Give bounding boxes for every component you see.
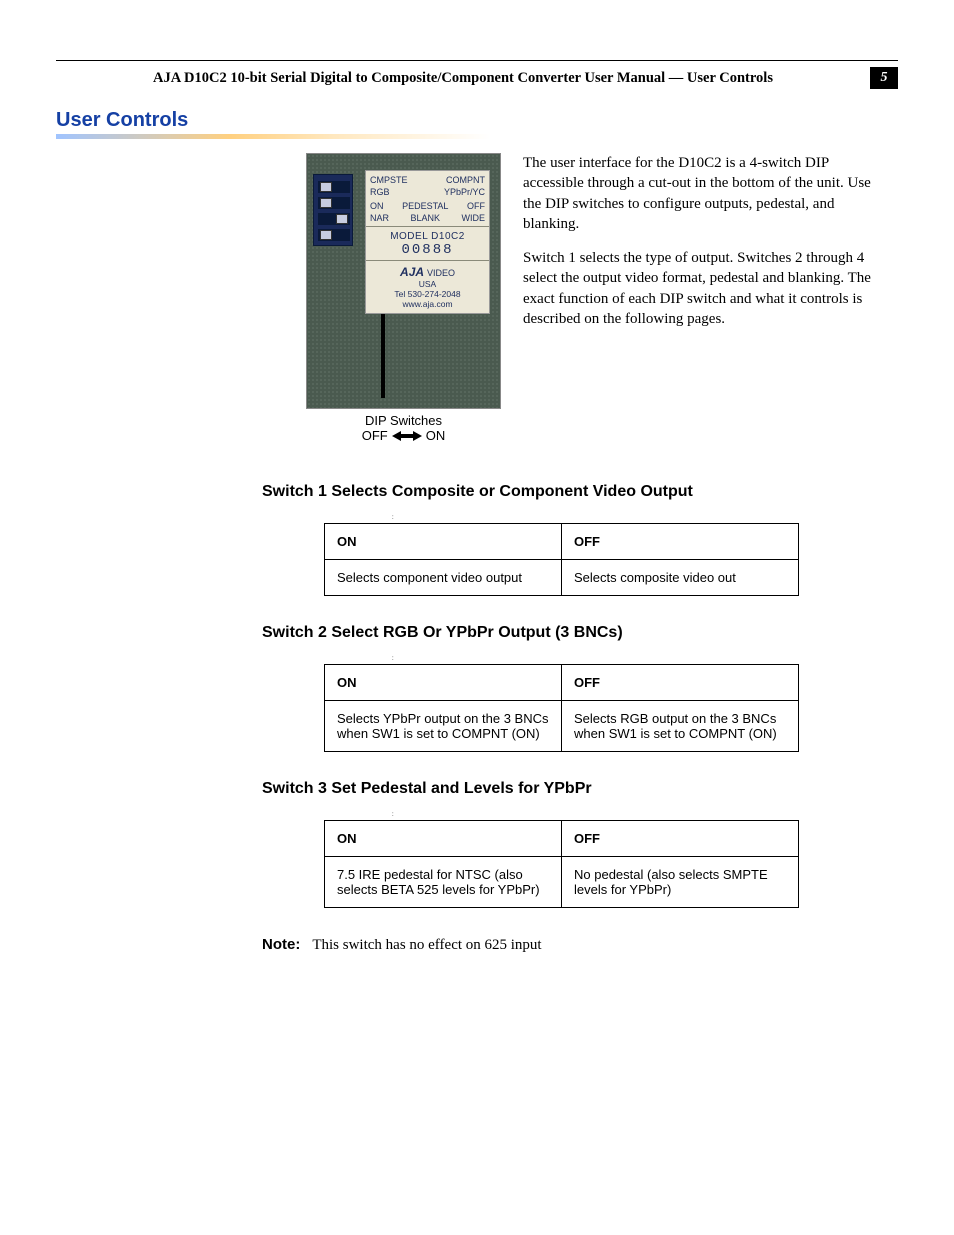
switch2-title: Switch 2 Select RGB Or YPbPr Output (3 B… bbox=[262, 624, 898, 642]
note-text: This switch has no effect on 625 input bbox=[312, 937, 541, 954]
switch2-table: ON OFF Selects YPbPr output on the 3 BNC… bbox=[324, 664, 799, 752]
switch3-off-header: OFF bbox=[562, 821, 799, 857]
switch3-table: ON OFF 7.5 IRE pedestal for NTSC (also s… bbox=[324, 820, 799, 908]
dip-switch-figure: CMPSTE COMPNT RGB YPbPr/YC ON PEDESTAL O… bbox=[306, 153, 501, 443]
switch2-on-header: ON bbox=[325, 665, 562, 701]
running-header: AJA D10C2 10-bit Serial Digital to Compo… bbox=[56, 67, 898, 89]
label-blank: BLANK bbox=[411, 213, 441, 223]
switch2-on-text: Selects YPbPr output on the 3 BNCs when … bbox=[325, 701, 562, 752]
label-wide: WIDE bbox=[462, 213, 486, 223]
label-rgb: RGB bbox=[370, 186, 428, 198]
switch1-on-header: ON bbox=[325, 524, 562, 560]
brand-name: AJA bbox=[400, 265, 424, 279]
switch1-section: Switch 1 Selects Composite or Component … bbox=[262, 483, 898, 596]
double-arrow-icon bbox=[392, 430, 422, 442]
switch3-on-text: 7.5 IRE pedestal for NTSC (also selects … bbox=[325, 857, 562, 908]
figure-caption: DIP Switches bbox=[306, 413, 501, 428]
switch2-off-header: OFF bbox=[562, 665, 799, 701]
product-label-sticker: CMPSTE COMPNT RGB YPbPr/YC ON PEDESTAL O… bbox=[365, 170, 490, 314]
label-nar: NAR bbox=[370, 213, 389, 223]
switch1-title: Switch 1 Selects Composite or Component … bbox=[262, 483, 898, 501]
switch3-title: Switch 3 Set Pedestal and Levels for YPb… bbox=[262, 780, 898, 798]
intro-text: The user interface for the D10C2 is a 4-… bbox=[523, 153, 883, 443]
brand-suffix: VIDEO bbox=[427, 268, 455, 278]
running-title: AJA D10C2 10-bit Serial Digital to Compo… bbox=[56, 70, 870, 87]
label-url: www.aja.com bbox=[366, 299, 489, 309]
label-model: MODEL D10C2 bbox=[366, 229, 489, 242]
switch2-off-text: Selects RGB output on the 3 BNCs when SW… bbox=[562, 701, 799, 752]
label-serial: 00888 bbox=[366, 242, 489, 258]
intro-p2: Switch 1 selects the type of output. Swi… bbox=[523, 248, 883, 329]
section-title: User Controls bbox=[56, 109, 898, 132]
label-tel: Tel 530-274-2048 bbox=[366, 289, 489, 299]
label-cmpste: CMPSTE bbox=[370, 174, 428, 186]
section-rule bbox=[56, 134, 676, 139]
label-on: ON bbox=[370, 201, 384, 211]
note-label: Note: bbox=[262, 936, 300, 953]
switch2-section: Switch 2 Select RGB Or YPbPr Output (3 B… bbox=[262, 624, 898, 752]
label-brand: AJA VIDEO bbox=[366, 263, 489, 279]
switch3-on-header: ON bbox=[325, 821, 562, 857]
switch1-on-text: Selects component video output bbox=[325, 560, 562, 596]
label-compnt: COMPNT bbox=[428, 174, 486, 186]
intro-p1: The user interface for the D10C2 is a 4-… bbox=[523, 153, 883, 234]
switch3-off-text: No pedestal (also selects SMPTE levels f… bbox=[562, 857, 799, 908]
label-off: OFF bbox=[467, 201, 485, 211]
switch1-off-header: OFF bbox=[562, 524, 799, 560]
dip-photo: CMPSTE COMPNT RGB YPbPr/YC ON PEDESTAL O… bbox=[306, 153, 501, 409]
note-row: Note: This switch has no effect on 625 i… bbox=[262, 936, 898, 954]
label-country: USA bbox=[366, 279, 489, 289]
label-pedestal: PEDESTAL bbox=[402, 201, 448, 211]
switch1-table: ON OFF Selects component video output Se… bbox=[324, 523, 799, 596]
page-number-badge: 5 bbox=[870, 67, 898, 89]
caption-on: ON bbox=[426, 428, 446, 443]
dip-switch-block bbox=[313, 174, 353, 246]
header-rule bbox=[56, 60, 898, 61]
label-ypbpr: YPbPr/YC bbox=[428, 186, 486, 198]
figure-caption-offon: OFF ON bbox=[306, 428, 501, 443]
switch1-off-text: Selects composite video out bbox=[562, 560, 799, 596]
caption-off: OFF bbox=[362, 428, 388, 443]
switch3-section: Switch 3 Set Pedestal and Levels for YPb… bbox=[262, 780, 898, 908]
